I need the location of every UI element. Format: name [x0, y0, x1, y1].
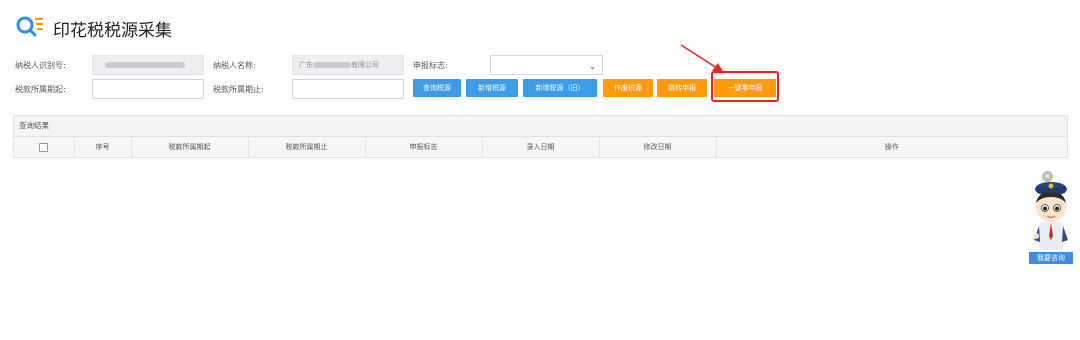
- results-panel: 查询结果 序号 税款所属期起 税款所属期止 申报标志 录入日期 修改日期 操作: [13, 115, 1068, 158]
- column-header: 税款所属期起: [131, 137, 249, 157]
- period-end-field[interactable]: [292, 79, 404, 99]
- jump-declare-button[interactable]: 跳转申报: [657, 79, 707, 97]
- annotation-arrow-icon: [680, 44, 724, 73]
- taxpayer-name-field[interactable]: 广东 有限公司: [292, 55, 404, 75]
- select-all-checkbox[interactable]: [39, 142, 49, 152]
- assistant-mascot[interactable]: [1028, 170, 1074, 265]
- select-all-cell[interactable]: [14, 137, 75, 157]
- declare-flag-select[interactable]: ⌄: [490, 55, 603, 75]
- search-icon: [15, 14, 45, 42]
- results-table: 序号 税款所属期起 税款所属期止 申报标志 录入日期 修改日期 操作: [14, 137, 1067, 157]
- close-icon[interactable]: ✕: [1042, 171, 1053, 182]
- taxpayer-name-label: 纳税人名称:: [213, 61, 256, 70]
- column-header: 申报标志: [365, 137, 483, 157]
- column-header: 操作: [716, 137, 1067, 157]
- table-header-row: 序号 税款所属期起 税款所属期止 申报标志 录入日期 修改日期 操作: [14, 137, 1067, 157]
- redacted-value: [105, 62, 185, 68]
- period-start-field[interactable]: [92, 79, 204, 99]
- column-header: 序号: [74, 137, 132, 157]
- page-header: 印花税税源采集: [15, 14, 172, 42]
- period-end-label: 税款所属期止:: [213, 85, 264, 94]
- taxpayer-name-suffix: 有限公司: [351, 61, 379, 69]
- column-header: 修改日期: [599, 137, 717, 157]
- chevron-down-icon: ⌄: [589, 62, 596, 71]
- period-start-label: 税款所属期起:: [15, 85, 66, 94]
- taxpayer-id-label: 纳税人识别号:: [15, 61, 66, 70]
- add-source-old-button[interactable]: 新增税源（旧）: [523, 79, 597, 97]
- results-header: 查询结果: [14, 116, 1067, 137]
- query-source-button[interactable]: 查询税源: [413, 79, 461, 97]
- consult-button[interactable]: 我要咨询: [1029, 252, 1073, 264]
- page-title: 印花税税源采集: [53, 20, 172, 41]
- taxpayer-id-field[interactable]: [92, 55, 204, 75]
- declare-flag-label: 申报标志:: [413, 61, 448, 70]
- column-header: 税款所属期止: [248, 137, 366, 157]
- redacted-value: [313, 62, 351, 68]
- column-header: 录入日期: [482, 137, 600, 157]
- taxpayer-name-prefix: 广东: [299, 61, 313, 69]
- add-source-button[interactable]: 新增税源: [466, 79, 518, 97]
- void-source-button[interactable]: 作废税源: [603, 79, 653, 97]
